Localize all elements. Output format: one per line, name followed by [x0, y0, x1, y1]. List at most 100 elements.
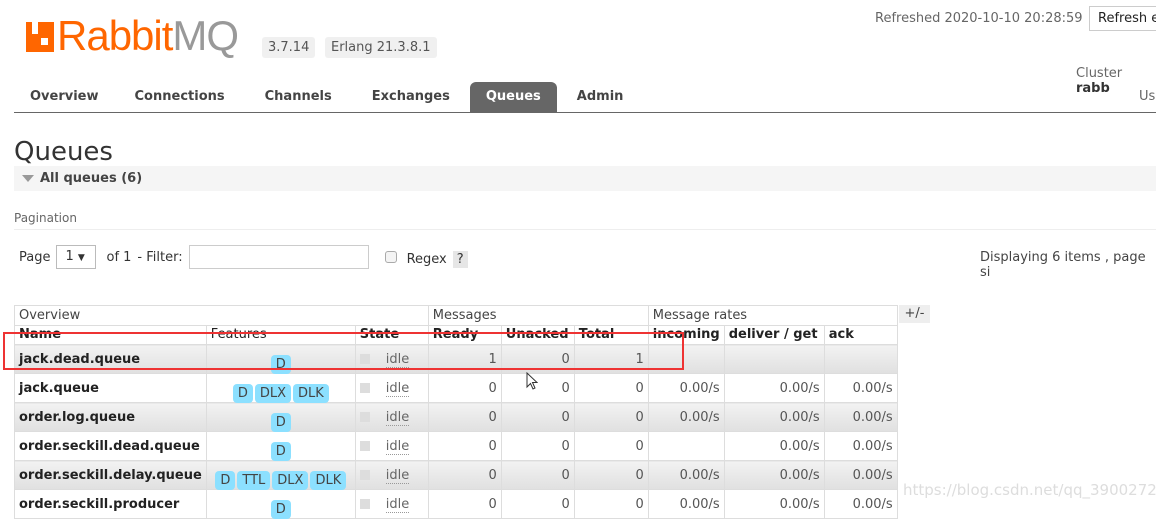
state-square-icon	[359, 383, 370, 393]
regex-help-button[interactable]: ?	[452, 250, 468, 268]
queue-name-link[interactable]: jack.queue	[14, 373, 207, 403]
deliver-cell	[723, 344, 825, 374]
queue-name-link[interactable]: order.seckill.delay.queue	[14, 460, 207, 490]
tab-channels[interactable]: Channels	[245, 82, 352, 112]
displaying-text: Displaying 6 items , page si	[980, 250, 1146, 280]
regex-checkbox[interactable]	[384, 251, 397, 263]
erlang-badge: Erlang 21.3.8.1	[325, 37, 437, 58]
features-cell: D	[205, 431, 356, 461]
feature-badge: DLK	[310, 470, 347, 490]
feature-badge: D	[270, 354, 291, 374]
col-ready[interactable]: Ready	[427, 325, 502, 345]
incoming-cell: 0.00/s	[647, 373, 725, 403]
collapse-triangle-icon	[22, 175, 34, 182]
version-badge: 3.7.14	[262, 37, 316, 58]
ack-cell: 0.00/s	[823, 460, 898, 490]
table-row[interactable]: order.seckill.producer Didle 0 0 0 0.00/s 0.00…	[14, 489, 898, 519]
state-cell: idle	[354, 402, 429, 432]
state-square-icon	[359, 470, 370, 480]
queue-name-link[interactable]: order.seckill.dead.queue	[14, 431, 207, 461]
incoming-cell: 0.00/s	[647, 489, 725, 519]
feature-badge: DLK	[293, 383, 329, 403]
table-row[interactable]: jack.dead.queue Didle 1 0 1	[14, 344, 898, 374]
unacked-cell: 0	[500, 489, 575, 519]
ready-cell: 0	[427, 402, 502, 432]
col-state[interactable]: State	[354, 325, 429, 345]
page-select[interactable]: 1 ▼	[56, 245, 97, 269]
col-total[interactable]: Total	[573, 325, 649, 345]
total-cell: 0	[573, 489, 649, 519]
incoming-cell	[647, 344, 725, 374]
filter-input[interactable]	[188, 245, 369, 269]
table-row[interactable]: jack.queue D DLX DLK idle 0 0 0 0.00/s 0.00/s 0.00…	[14, 373, 898, 403]
ack-cell: 0.00/s	[823, 489, 898, 519]
state-cell: idle	[354, 344, 429, 374]
column-options-button[interactable]: +/-	[899, 305, 930, 323]
refreshed-text: Refreshed 2020-10-10 20:28:59	[875, 11, 1083, 26]
deliver-cell: 0.00/s	[723, 373, 825, 403]
feature-badge: TTL	[237, 470, 271, 490]
col-features: Features	[205, 325, 356, 345]
section-title: All queues (6)	[40, 171, 143, 186]
table-row[interactable]: order.seckill.delay.queue D TTL DLX DLK idle 0…	[14, 460, 898, 490]
ready-cell: 0	[427, 431, 502, 461]
tab-connections[interactable]: Connections	[115, 82, 245, 112]
feature-badge: DLX	[254, 383, 291, 403]
page-title: Queues	[14, 137, 113, 167]
ack-cell: 0.00/s	[823, 431, 898, 461]
filter-label: - Filter:	[137, 249, 183, 265]
features-cell: D	[205, 402, 356, 432]
col-unacked[interactable]: Unacked	[500, 325, 575, 345]
state-square-icon	[359, 441, 370, 451]
tab-queues[interactable]: Queues	[469, 82, 557, 112]
incoming-cell: 0.00/s	[647, 460, 725, 490]
queue-name-link[interactable]: order.log.queue	[14, 402, 207, 432]
tab-exchanges[interactable]: Exchanges	[352, 82, 470, 112]
unacked-cell: 0	[500, 431, 575, 461]
total-cell: 0	[573, 402, 649, 432]
state-text: idle	[385, 438, 410, 455]
total-cell: 0	[573, 460, 649, 490]
regex-label: Regex	[406, 251, 447, 267]
queue-name-link[interactable]: order.seckill.producer	[14, 489, 207, 519]
ready-cell: 0	[427, 460, 502, 490]
feature-badge: D	[270, 441, 291, 461]
table-row[interactable]: order.seckill.dead.queue Didle 0 0 0 0.00/s 0.…	[14, 431, 898, 461]
rabbitmq-logo: RabbitMQ	[26, 15, 239, 57]
queues-table: Overview Messages Message rates Name Fea…	[14, 305, 898, 519]
col-name[interactable]: Name	[14, 325, 207, 345]
feature-badge: D	[232, 383, 253, 403]
ready-cell: 0	[427, 373, 502, 403]
queue-name-link[interactable]: jack.dead.queue	[14, 344, 207, 374]
tab-admin[interactable]: Admin	[557, 82, 644, 112]
deliver-cell: 0.00/s	[723, 460, 825, 490]
total-cell: 1	[573, 344, 649, 374]
deliver-cell: 0.00/s	[723, 402, 825, 432]
group-message-rates: Message rates	[647, 305, 898, 326]
unacked-cell: 0	[500, 402, 575, 432]
ready-cell: 1	[427, 344, 502, 374]
refresh-button[interactable]: Refresh e	[1089, 6, 1156, 31]
state-square-icon	[359, 412, 370, 422]
state-cell: idle	[354, 373, 429, 403]
col-ack[interactable]: ack	[823, 325, 898, 345]
features-cell: D DLX DLK	[205, 373, 356, 403]
group-messages: Messages	[427, 305, 649, 326]
state-cell: idle	[354, 431, 429, 461]
col-incoming[interactable]: incoming	[647, 325, 725, 345]
state-text: idle	[385, 496, 410, 513]
cluster-label: Cluster	[1076, 66, 1123, 81]
incoming-cell	[647, 431, 725, 461]
total-cell: 0	[573, 431, 649, 461]
total-cell: 0	[573, 373, 649, 403]
table-row[interactable]: order.log.queue Didle 0 0 0 0.00/s 0.00/s 0.00/…	[14, 402, 898, 432]
col-deliver-get[interactable]: deliver / get	[723, 325, 825, 345]
state-cell: idle	[354, 460, 429, 490]
state-text: idle	[385, 467, 410, 484]
features-cell: D	[205, 489, 356, 519]
all-queues-toggle[interactable]: All queues (6)	[14, 166, 1156, 191]
mouse-cursor-icon	[526, 372, 538, 390]
watermark: https://blog.csdn.net/qq_39002724	[903, 481, 1156, 499]
ack-cell: 0.00/s	[823, 373, 898, 403]
tab-overview[interactable]: Overview	[14, 82, 115, 112]
